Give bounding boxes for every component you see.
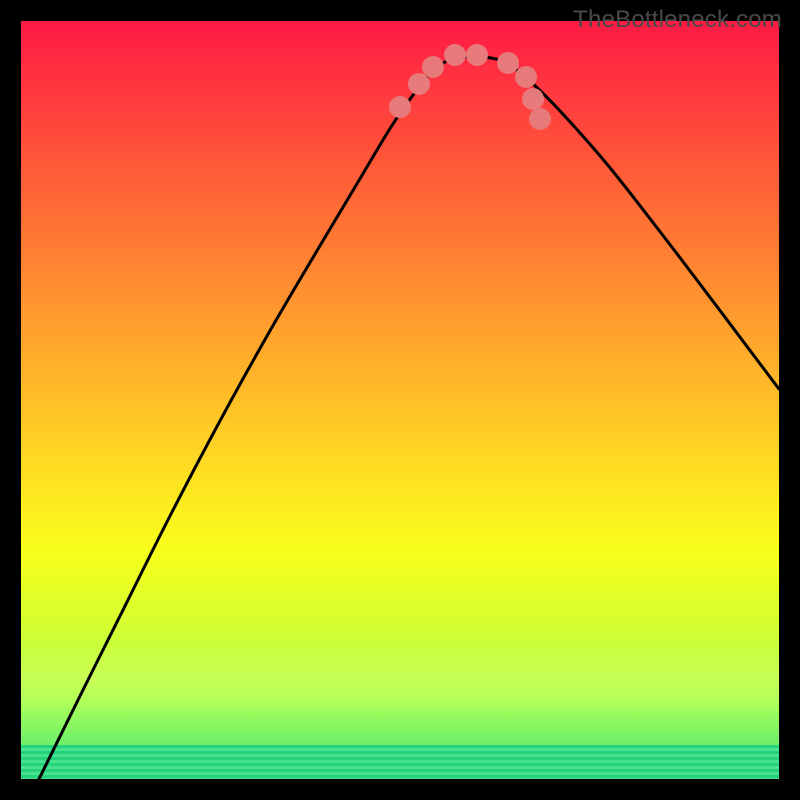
- curve-marker: [422, 56, 444, 78]
- curve-marker: [408, 73, 430, 95]
- curve-marker: [389, 96, 411, 118]
- curve-marker: [466, 44, 488, 66]
- curve-marker: [529, 108, 551, 130]
- chart-svg: [21, 21, 779, 779]
- curve-marker: [497, 52, 519, 74]
- curve-marker: [515, 66, 537, 88]
- chart-frame: TheBottleneck.com: [0, 0, 800, 800]
- watermark-text: TheBottleneck.com: [573, 6, 782, 34]
- curve-marker: [444, 44, 466, 66]
- plot-area: [21, 21, 779, 779]
- curve-marker: [522, 88, 544, 110]
- bottleneck-curve: [39, 57, 779, 779]
